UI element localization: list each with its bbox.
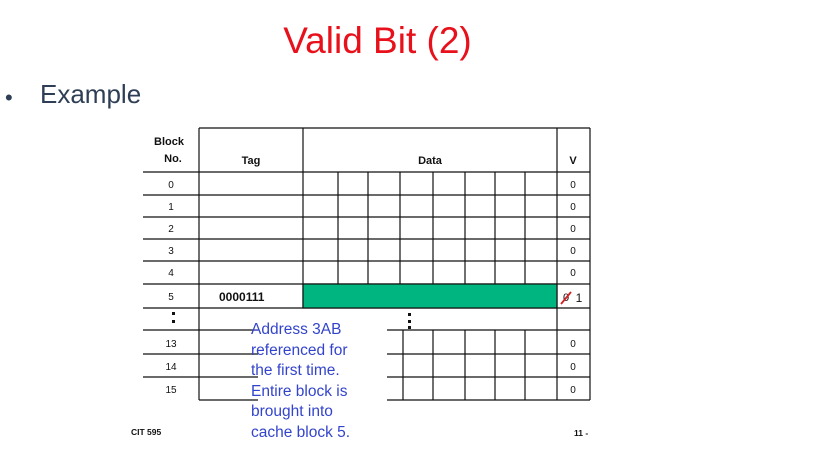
valid-bit: 0	[570, 246, 576, 257]
valid-bit: 0	[570, 224, 576, 235]
block-number: 4	[168, 268, 174, 279]
annotation-line: Entire block is	[251, 382, 348, 400]
valid-bit: 0	[570, 180, 576, 191]
block-5-tag: 0000111	[219, 290, 265, 304]
block-number: 15	[165, 385, 177, 396]
block-number: 14	[165, 362, 177, 373]
block-number: 3	[168, 246, 174, 257]
header-v-label: V	[569, 155, 577, 167]
annotation-line: the first time.	[251, 362, 340, 380]
valid-bit-new: 1	[576, 291, 583, 305]
annotation-text: Address 3AB referenced for the first tim…	[251, 320, 391, 444]
cache-table-diagram: Block No. Tag Data V 0 1 2 3 4 5 13 14 1…	[143, 127, 591, 401]
header-no-label: No.	[164, 153, 182, 165]
block-number: 13	[165, 339, 177, 350]
block-number: 1	[168, 202, 174, 213]
valid-bit: 0	[570, 362, 576, 373]
valid-bit: 0	[570, 268, 576, 279]
valid-bit: 0	[570, 385, 576, 396]
annotation-line: Address 3AB	[251, 321, 342, 338]
block-number: 0	[168, 180, 174, 191]
block-number: 2	[168, 224, 174, 235]
valid-bit: 0	[570, 339, 576, 350]
valid-bit: 0	[570, 202, 576, 213]
annotation-line: cache block 5.	[251, 423, 351, 441]
block-number: 5	[168, 292, 174, 303]
annotation-line: referenced for	[251, 341, 348, 359]
header-block-label: Block	[154, 136, 185, 148]
footer-course: CIT 595	[131, 427, 162, 437]
footer-page-number: 11 -	[574, 428, 589, 438]
header-data-label: Data	[418, 155, 443, 167]
annotation-line: brought into	[251, 403, 333, 421]
cache-block-5-data-fill	[302, 283, 558, 309]
header-tag-label: Tag	[242, 155, 261, 167]
